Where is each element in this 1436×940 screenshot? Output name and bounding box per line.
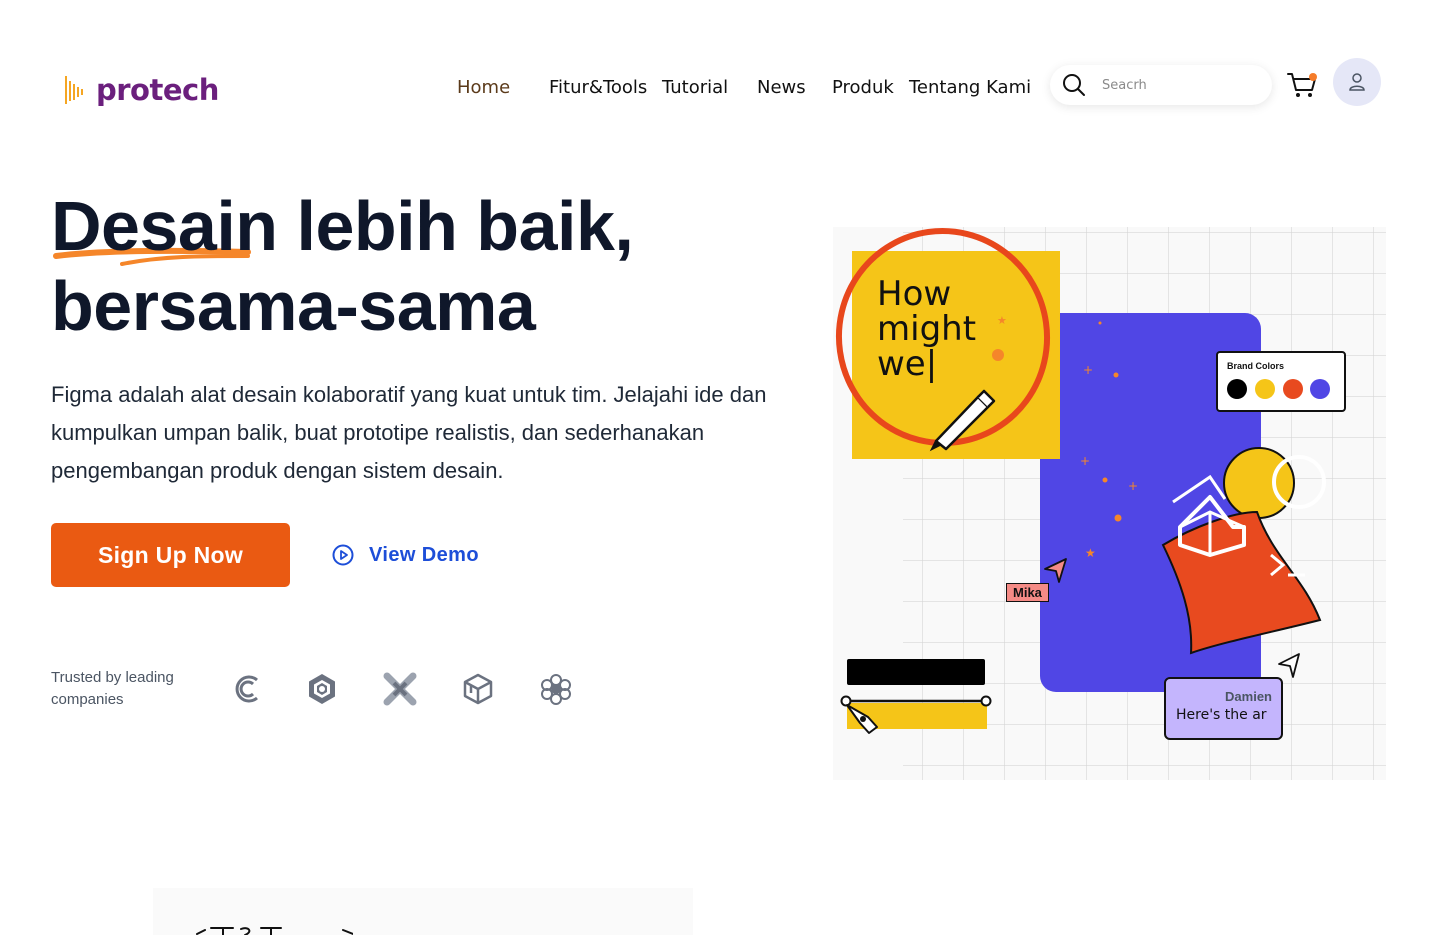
nav-home[interactable]: Home	[457, 76, 510, 100]
view-demo-label: View Demo	[369, 543, 479, 566]
search-icon[interactable]	[1062, 73, 1086, 97]
company-logo-cluster-icon	[541, 674, 571, 705]
brand-name: protech	[96, 73, 219, 107]
comment-author: Damien	[1225, 689, 1272, 704]
search-input[interactable]	[1100, 76, 1254, 94]
swatch-black	[1227, 379, 1247, 399]
cart-notification-dot	[1309, 73, 1317, 81]
nav-tutorial[interactable]: Tutorial	[662, 76, 728, 100]
next-section-card	[153, 888, 693, 936]
swatch-orange	[1283, 379, 1303, 399]
svg-text:+: +	[1083, 363, 1093, 377]
company-logo-cube-icon	[463, 673, 493, 705]
company-logo-c-icon	[235, 675, 258, 703]
svg-text:★: ★	[1085, 546, 1096, 560]
comment-bubble-damien: Damien Here's the ar	[1164, 677, 1283, 740]
handwritten-sketch-icon	[196, 927, 354, 936]
cursor-label-mika: Mika	[1006, 583, 1049, 602]
swatch-yellow	[1255, 379, 1275, 399]
swatch-purple	[1310, 379, 1330, 399]
headline-line2: bersama-sama	[51, 267, 536, 345]
cart-button[interactable]	[1286, 70, 1318, 100]
hero-headline: Desain lebih baik, bersama-sama	[51, 186, 634, 346]
user-icon	[1349, 73, 1365, 91]
svg-text:+: +	[1080, 454, 1090, 468]
hero-description: Figma adalah alat desain kolaboratif yan…	[51, 382, 767, 483]
comment-text: Here's the ar	[1176, 707, 1267, 723]
nav-fitur-tools[interactable]: Fitur&Tools	[549, 76, 647, 100]
brand-colors-label: Brand Colors	[1227, 361, 1285, 371]
search-bar[interactable]	[1050, 65, 1272, 105]
logo-waveform-icon	[65, 76, 83, 104]
headline-highlight-word: Desain	[51, 187, 278, 265]
brand-colors-card: Brand Colors	[1216, 351, 1346, 412]
sign-up-button[interactable]: Sign Up Now	[51, 523, 290, 587]
view-demo-link[interactable]: View Demo	[331, 543, 479, 567]
company-logo-cross-icon	[383, 672, 417, 706]
sticky-note-text: How might we|	[877, 274, 977, 384]
nav-news[interactable]: News	[757, 76, 806, 100]
user-avatar-button[interactable]	[1333, 58, 1381, 106]
trusted-by-label: Trusted by leading companies	[51, 669, 174, 708]
play-circle-icon	[332, 544, 354, 566]
hero-illustration: + + + ★ ★ How might we| Brand Colors Mik…	[833, 227, 1386, 780]
company-logo-hexagon-icon	[309, 674, 335, 704]
nav-produk[interactable]: Produk	[832, 76, 894, 100]
headline-line1-rest: lebih baik,	[277, 187, 634, 265]
nav-tentang-kami[interactable]: Tentang Kami	[909, 76, 1031, 100]
brand-logo[interactable]: protech	[64, 70, 219, 110]
svg-text:+: +	[1128, 479, 1138, 493]
